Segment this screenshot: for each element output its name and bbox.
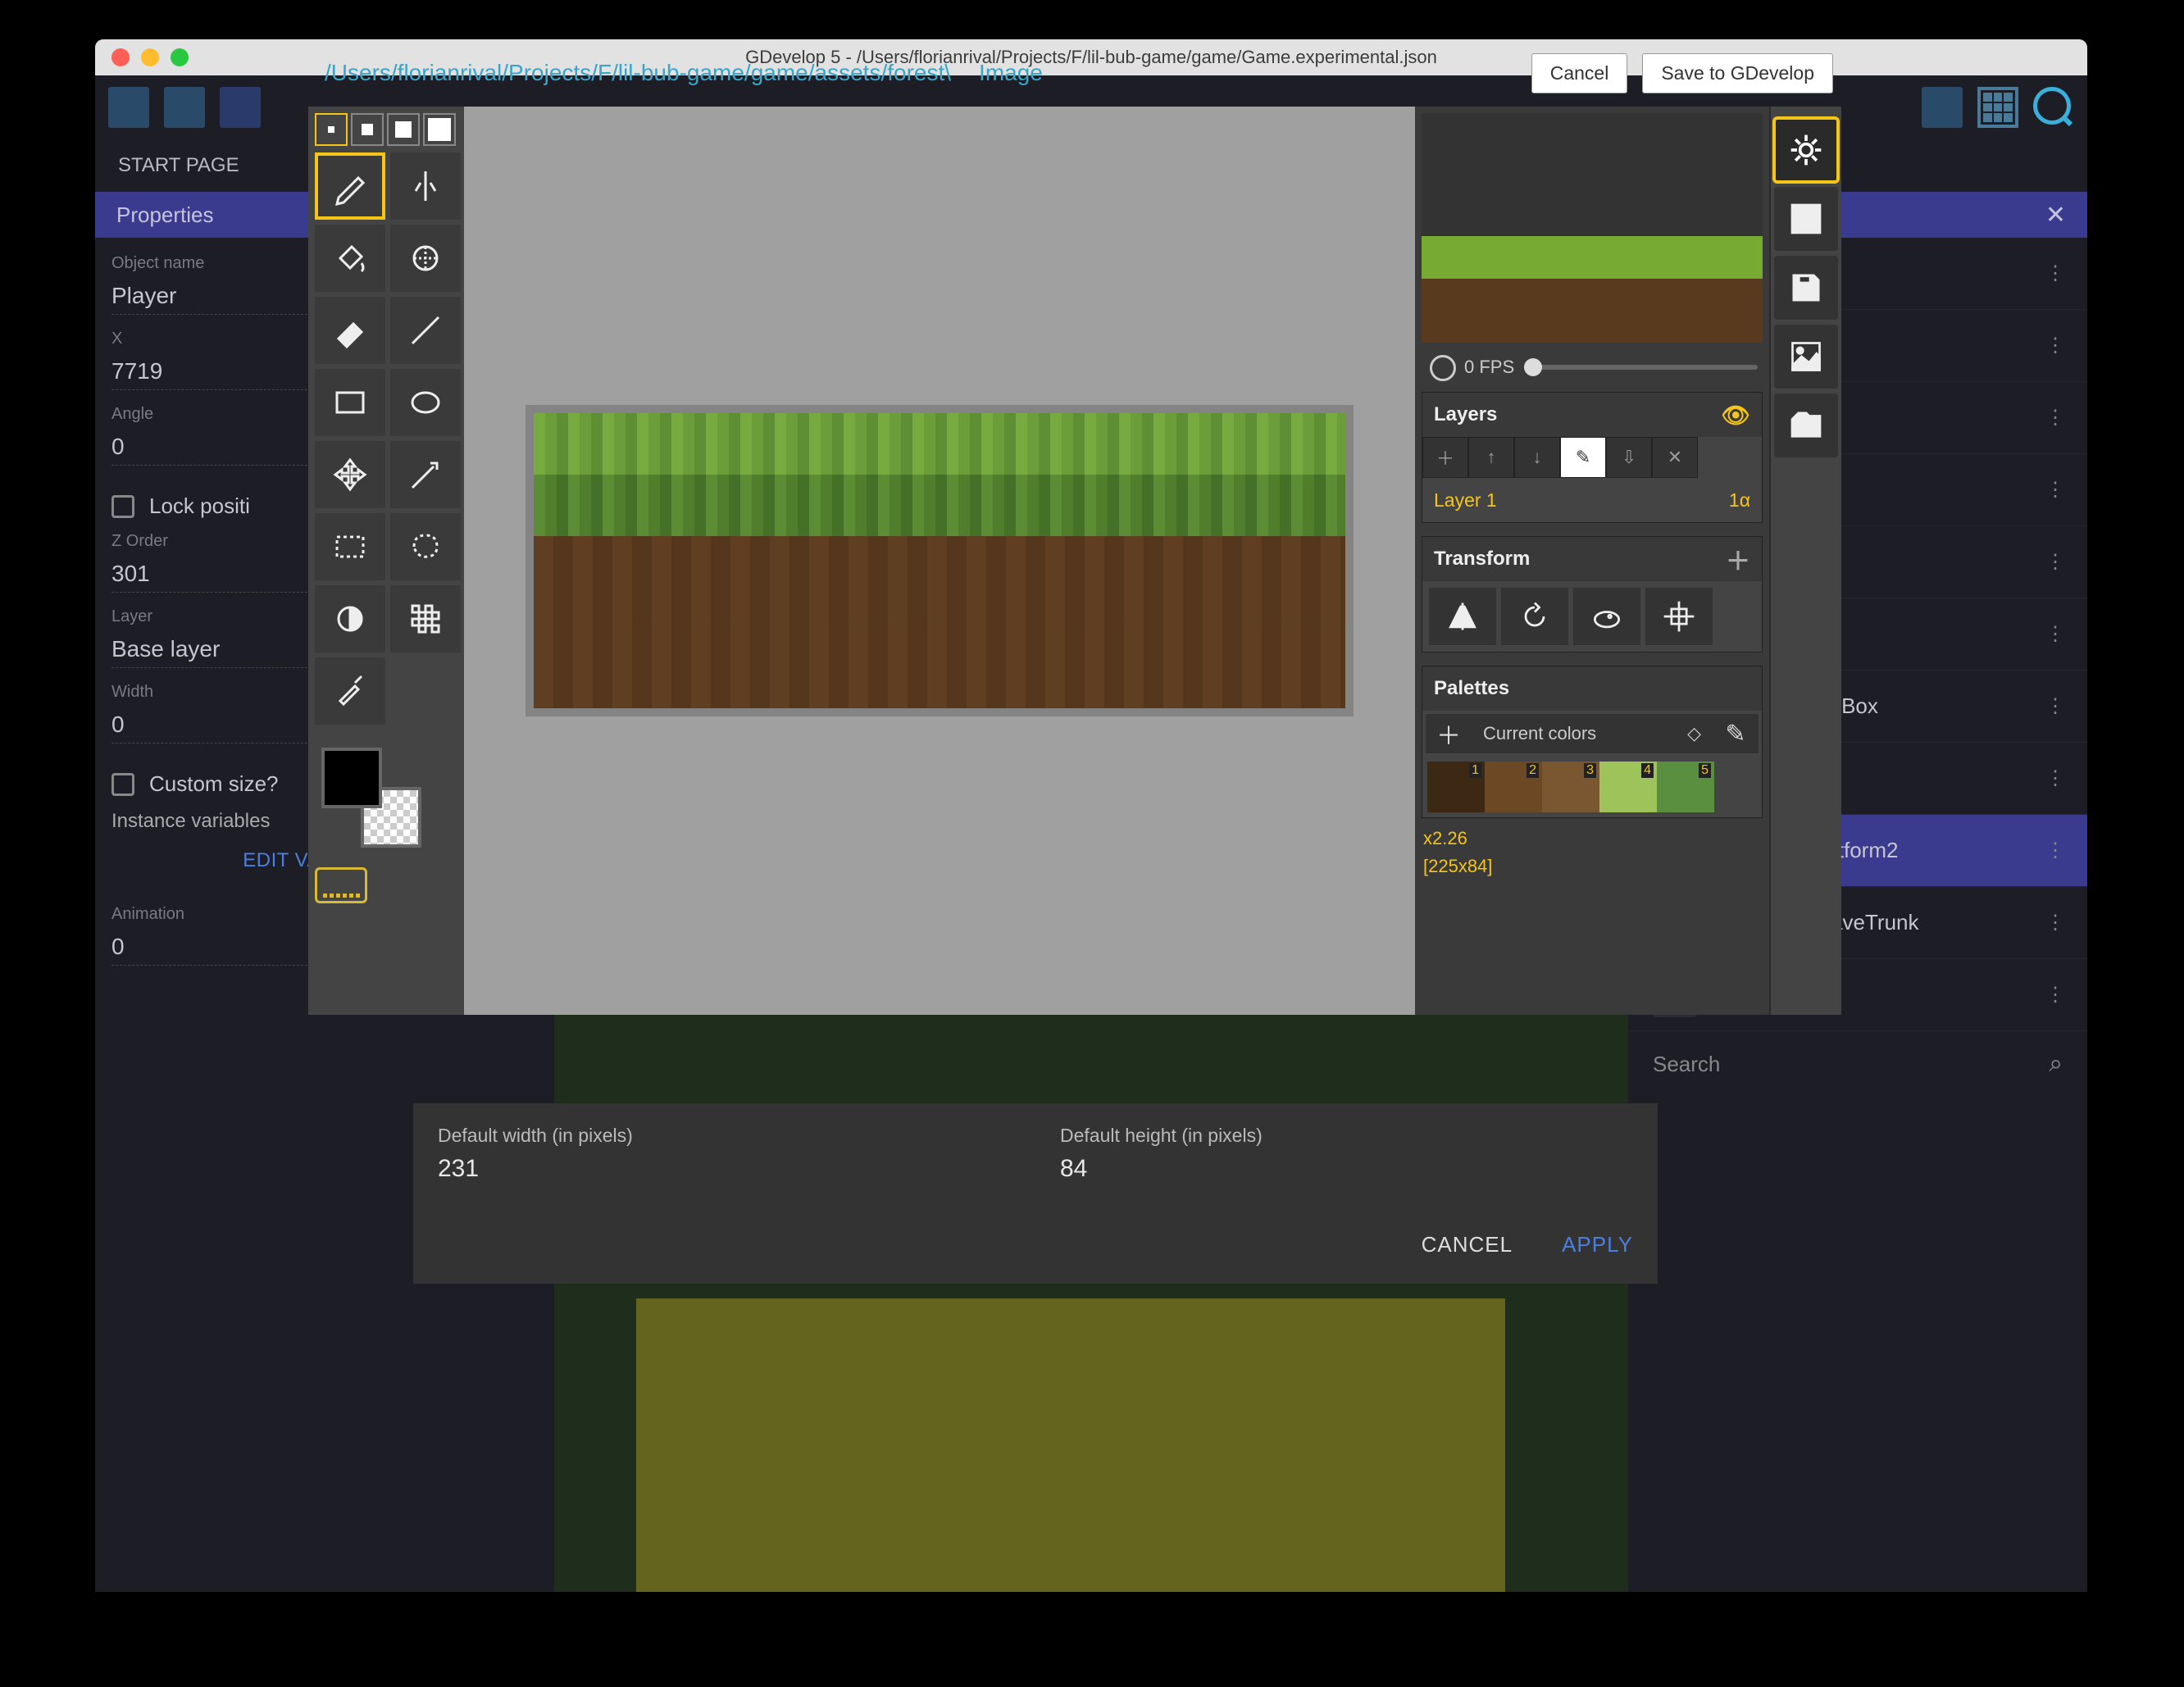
pen-tool-icon[interactable] xyxy=(315,152,385,220)
object-item-menu-icon[interactable]: ⋮ xyxy=(2045,261,2063,285)
mirror-pen-tool-icon[interactable] xyxy=(390,152,461,220)
transform-more-icon[interactable]: ＋ xyxy=(1726,541,1750,577)
piskel-side-tabs xyxy=(1769,107,1841,1015)
delete-layer-button[interactable]: ✕ xyxy=(1652,437,1698,478)
add-layer-button[interactable]: ＋ xyxy=(1422,437,1468,478)
zoom-status: x2.26 xyxy=(1415,825,1769,853)
path-image-label: Image xyxy=(979,60,1043,86)
eraser-tool-icon[interactable] xyxy=(315,297,385,364)
fps-slider[interactable] xyxy=(1524,365,1758,370)
object-item-menu-icon[interactable]: ⋮ xyxy=(2045,334,2063,357)
object-item-menu-icon[interactable]: ⋮ xyxy=(2045,694,2063,718)
lock-position-label: Lock positi xyxy=(149,493,250,519)
image-editor: /Users/florianrival/Projects/F/lil-bub-g… xyxy=(308,39,1841,1146)
zoom-reset-icon[interactable] xyxy=(2033,87,2074,128)
export-tab-icon[interactable] xyxy=(1774,325,1838,389)
magic-bucket-tool-icon[interactable] xyxy=(390,225,461,292)
lighten-tool-icon[interactable] xyxy=(315,585,385,653)
palette-selector[interactable]: Current colors◇ xyxy=(1472,714,1713,753)
palettes-panel: Palettes ＋ Current colors◇ ✎ 12345 xyxy=(1422,666,1763,818)
piskel-right-column: 0 FPS Layers 👁 ＋ ↑ ↓ ✎ ⇩ ✕ xyxy=(1415,107,1841,1015)
object-item-menu-icon[interactable]: ⋮ xyxy=(2045,550,2063,574)
object-item-menu-icon[interactable]: ⋮ xyxy=(2045,622,2063,646)
rectangle-select-tool-icon[interactable] xyxy=(315,513,385,580)
toolbar-project-icon[interactable] xyxy=(108,87,149,128)
save-tab-icon[interactable] xyxy=(1774,256,1838,320)
custom-size-checkbox[interactable] xyxy=(111,773,134,796)
palette-color-swatch[interactable]: 1 xyxy=(1427,762,1485,812)
dither-tool-icon[interactable] xyxy=(390,585,461,653)
clone-tool-icon[interactable] xyxy=(1573,588,1640,645)
layer-down-button[interactable]: ↓ xyxy=(1514,437,1560,478)
object-item-menu-icon[interactable]: ⋮ xyxy=(2045,406,2063,430)
lasso-select-tool-icon[interactable] xyxy=(390,513,461,580)
layers-panel: Layers 👁 ＋ ↑ ↓ ✎ ⇩ ✕ Layer 1 1α xyxy=(1422,392,1763,523)
import-tab-icon[interactable] xyxy=(1774,393,1838,457)
circle-tool-icon[interactable] xyxy=(390,369,461,436)
paint-bucket-tool-icon[interactable] xyxy=(315,225,385,292)
object-item-menu-icon[interactable]: ⋮ xyxy=(2045,766,2063,790)
rectangle-tool-icon[interactable] xyxy=(315,369,385,436)
brush-size-3[interactable] xyxy=(387,113,420,146)
add-palette-button[interactable]: ＋ xyxy=(1426,714,1472,753)
shape-select-tool-icon[interactable] xyxy=(390,441,461,508)
close-icon[interactable]: ✕ xyxy=(2045,201,2066,230)
edit-palette-button[interactable]: ✎ xyxy=(1713,714,1759,753)
center-tool-icon[interactable] xyxy=(1645,588,1713,645)
layer-preview-icon[interactable]: 👁 xyxy=(1721,402,1750,429)
resize-tab-icon[interactable] xyxy=(1774,187,1838,251)
layer-row[interactable]: Layer 1 1α xyxy=(1422,478,1762,522)
pathbar-save-button[interactable]: Save to GDevelop xyxy=(1642,53,1833,93)
drawing-canvas[interactable] xyxy=(464,107,1415,1015)
object-item-menu-icon[interactable]: ⋮ xyxy=(2045,839,2063,862)
dialog-apply-button[interactable]: APPLY xyxy=(1562,1232,1633,1257)
rotate-tool-icon[interactable] xyxy=(1501,588,1568,645)
fps-label: 0 FPS xyxy=(1464,357,1514,378)
custom-size-label: Custom size? xyxy=(149,771,279,797)
transform-panel: Transform ＋ xyxy=(1422,536,1763,653)
path-breadcrumb[interactable]: /Users/florianrival/Projects/F/lil-bub-g… xyxy=(325,60,951,86)
image-editor-pathbar: /Users/florianrival/Projects/F/lil-bub-g… xyxy=(308,39,1841,107)
object-item-menu-icon[interactable]: ⋮ xyxy=(2045,911,2063,934)
default-height-field[interactable]: 84 xyxy=(1060,1155,1633,1183)
foreground-color-swatch[interactable] xyxy=(321,748,382,808)
size-status: [225x84] xyxy=(1415,853,1769,880)
piskel-editor: 0 FPS Layers 👁 ＋ ↑ ↓ ✎ ⇩ ✕ xyxy=(308,107,1841,1015)
toolbar-scene-icon[interactable] xyxy=(164,87,205,128)
brush-size-4[interactable] xyxy=(423,113,456,146)
search-icon[interactable]: ⌕ xyxy=(2049,1050,2063,1078)
toolbar-layers-icon[interactable] xyxy=(1922,87,1963,128)
edit-layer-button[interactable]: ✎ xyxy=(1560,437,1606,478)
layer-up-button[interactable]: ↑ xyxy=(1468,437,1514,478)
pathbar-cancel-button[interactable]: Cancel xyxy=(1531,53,1628,93)
merge-layer-button[interactable]: ⇩ xyxy=(1606,437,1652,478)
object-item-menu-icon[interactable]: ⋮ xyxy=(2045,983,2063,1007)
brush-size-2[interactable] xyxy=(351,113,384,146)
palette-color-swatch[interactable]: 4 xyxy=(1599,762,1657,812)
move-tool-icon[interactable] xyxy=(315,441,385,508)
keyboard-shortcuts-icon[interactable] xyxy=(315,867,367,903)
dialog-cancel-button[interactable]: CANCEL xyxy=(1422,1232,1513,1257)
palette-color-swatch[interactable]: 5 xyxy=(1657,762,1714,812)
object-item-menu-icon[interactable]: ⋮ xyxy=(2045,478,2063,502)
palette-color-swatch[interactable]: 3 xyxy=(1542,762,1599,812)
stroke-tool-icon[interactable] xyxy=(390,297,461,364)
color-swatches[interactable] xyxy=(315,741,421,848)
brush-size-1[interactable] xyxy=(315,113,348,146)
flip-tool-icon[interactable] xyxy=(1429,588,1496,645)
grid-icon[interactable] xyxy=(1977,87,2018,128)
settings-tab-icon[interactable] xyxy=(1774,118,1838,182)
colorpicker-tool-icon[interactable] xyxy=(315,657,385,725)
toolbar-debug-icon[interactable] xyxy=(220,87,261,128)
palette-color-swatch[interactable]: 2 xyxy=(1485,762,1542,812)
lock-position-checkbox[interactable] xyxy=(111,495,134,518)
onion-skin-icon[interactable] xyxy=(1426,353,1454,381)
tab-start-page[interactable]: START PAGE xyxy=(95,139,262,192)
default-width-field[interactable]: 231 xyxy=(438,1155,1011,1183)
piskel-toolbox xyxy=(308,107,464,1015)
animation-preview[interactable] xyxy=(1422,113,1763,343)
